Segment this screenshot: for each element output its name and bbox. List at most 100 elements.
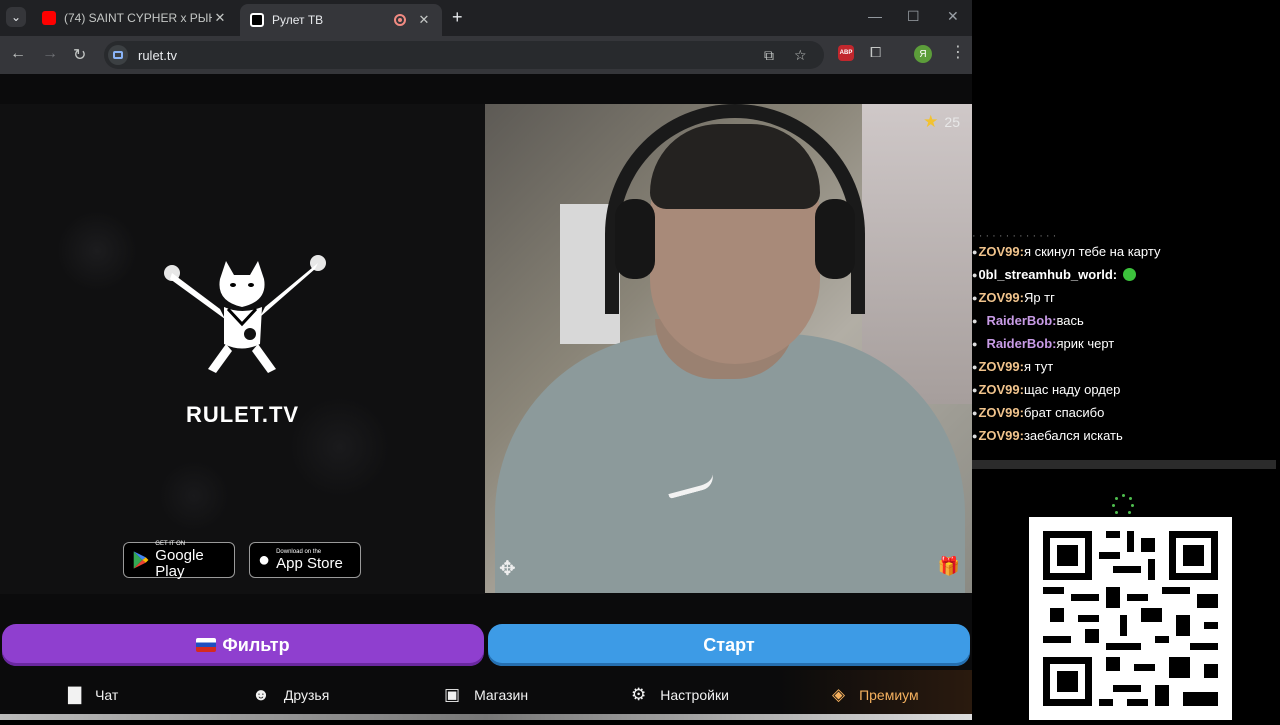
- maximize-icon[interactable]: ☐: [907, 8, 920, 25]
- install-app-icon[interactable]: ⧉: [764, 47, 774, 64]
- left-panel: RULET.TV GET IT ON Google Play ● Downloa…: [0, 104, 485, 594]
- chat-username: ZOV99:: [978, 359, 1024, 374]
- chat-message: ● 0bl_streamhub_world:: [972, 263, 1280, 286]
- window-close-icon[interactable]: ✕: [947, 8, 959, 25]
- shopping-bag-icon: ▣: [444, 685, 461, 704]
- stream-chat: · · · · · · · · · · · · · ● ZOV99: я скину…: [972, 230, 1280, 470]
- chat-username: RaiderBob:: [986, 313, 1057, 328]
- chat-message: ● ZOV99: я скинул тебе на карту: [972, 244, 1161, 259]
- store-big-text: App Store: [276, 554, 343, 572]
- russia-flag-icon: [196, 638, 217, 652]
- chat-message: ● ZOV99: Яр тг: [972, 290, 1055, 305]
- chat-text: брат спасибо: [1023, 405, 1105, 420]
- extensions-icon[interactable]: ⧠: [870, 44, 881, 61]
- google-play-icon: [133, 551, 149, 569]
- close-icon[interactable]: ✕: [212, 10, 228, 26]
- tab-search-button[interactable]: ⌄: [6, 7, 26, 27]
- browser-toolbar: ← → ↻ rulet.tv ⧉ ☆ ABP ⧠ Я ⋮: [0, 36, 972, 74]
- gear-icon: ⚙: [631, 685, 647, 704]
- rulet-page: RULET.TV GET IT ON Google Play ● Downloa…: [0, 74, 972, 720]
- green-emote-icon: [1123, 268, 1137, 281]
- qr-code: [1029, 517, 1232, 720]
- tab-rulet[interactable]: Рулет ТВ ✕: [240, 4, 442, 36]
- tab-title: Рулет ТВ: [272, 13, 324, 27]
- tag-icon: ◈: [832, 685, 846, 704]
- minimize-icon[interactable]: —: [868, 8, 882, 24]
- chat-username: ZOV99:: [978, 382, 1024, 397]
- adblock-icon[interactable]: ABP: [838, 45, 854, 61]
- profile-avatar[interactable]: Я: [914, 45, 932, 63]
- webcam-video: ★ 25 ✥ 🎁: [485, 104, 972, 593]
- youtube-icon: [42, 11, 56, 25]
- filter-button[interactable]: Фильтр: [2, 624, 484, 666]
- nav-settings[interactable]: ⚙ Настройки: [631, 670, 729, 720]
- forward-icon[interactable]: →: [42, 45, 58, 63]
- chat-username: ZOV99:: [978, 290, 1024, 305]
- bookmark-star-icon[interactable]: ☆: [794, 47, 807, 64]
- loading-spinner-icon: [1112, 494, 1134, 516]
- recording-icon: [394, 14, 406, 26]
- chat-text: я скинул тебе на карту: [1023, 244, 1161, 259]
- back-icon[interactable]: ←: [10, 45, 26, 63]
- chat-text: я тут: [1023, 359, 1054, 374]
- new-tab-icon[interactable]: +: [452, 8, 463, 26]
- nav-shop[interactable]: ▣ Магазин: [444, 670, 528, 720]
- stars-count: 25: [944, 114, 960, 130]
- store-big-text: Google Play: [155, 546, 204, 580]
- chat-text: вась: [1056, 313, 1084, 328]
- chat-username: 0bl_streamhub_world:: [978, 267, 1118, 282]
- chat-message: ● ZOV99: щас наду ордер: [972, 382, 1121, 397]
- chat-input-bar[interactable]: [972, 460, 1276, 469]
- chat-username: ZOV99:: [978, 428, 1024, 443]
- apple-icon: ●: [258, 548, 271, 571]
- video-background-wall: [862, 104, 972, 404]
- chat-message: ● ZOV99: заебался искать: [972, 428, 1123, 443]
- rulet-favicon-icon: [250, 13, 264, 27]
- chat-username: RaiderBob:: [986, 336, 1057, 351]
- chat-message: ● RaiderBob: вась: [972, 313, 1084, 328]
- nav-label: Магазин: [474, 687, 529, 703]
- chat-username: ZOV99:: [978, 244, 1024, 259]
- cat-logo: [150, 249, 335, 379]
- chat-icon: ▇: [68, 685, 82, 704]
- nav-premium[interactable]: ◈ Премиум: [832, 670, 919, 720]
- star-icon: ★: [923, 112, 939, 131]
- headphone-right: [815, 199, 855, 279]
- chat-text: Яр тг: [1023, 290, 1055, 305]
- address-bar[interactable]: rulet.tv ⧉ ☆: [104, 41, 824, 69]
- nav-friends[interactable]: ☻ Друзья: [252, 670, 329, 720]
- site-info-icon[interactable]: [108, 45, 128, 65]
- start-label: Старт: [703, 634, 755, 655]
- tab-bar: ⌄ (74) SAINT CYPHER x РЫНОЧНЫ ✕ Рулет ТВ…: [0, 0, 972, 36]
- close-icon[interactable]: ✕: [416, 12, 432, 28]
- nav-label: Друзья: [283, 687, 330, 703]
- reload-icon[interactable]: ↻: [73, 45, 86, 65]
- chat-message: ● RaiderBob: ярик черт: [972, 336, 1115, 351]
- chat-message: ● ZOV99: я тут: [972, 359, 1054, 374]
- gamepad-icon[interactable]: ✥: [499, 556, 516, 581]
- chat-message: ● ZOV99: брат спасибо: [972, 405, 1105, 420]
- start-button[interactable]: Старт: [488, 624, 970, 666]
- chat-username: ZOV99:: [978, 405, 1024, 420]
- tab-title: (74) SAINT CYPHER x РЫНОЧНЫ: [64, 11, 212, 25]
- chat-text: щас наду ордер: [1023, 382, 1121, 397]
- nav-label: Настройки: [660, 687, 729, 703]
- nav-label: Премиум: [859, 687, 919, 703]
- bottom-nav: ▇ Чат ☻ Друзья ▣ Магазин ⚙ Настройки ◈ П…: [0, 670, 972, 720]
- headphone-left: [615, 199, 655, 279]
- friends-icon: ☻: [252, 685, 270, 704]
- chat-text: ярик черт: [1056, 336, 1115, 351]
- chat-line-cut: · · · · · · · · · · · · ·: [972, 230, 1057, 240]
- tab-youtube[interactable]: (74) SAINT CYPHER x РЫНОЧНЫ ✕: [32, 4, 238, 32]
- app-store-button[interactable]: ● Download on the App Store: [249, 542, 361, 578]
- stars-counter: ★ 25: [923, 112, 960, 132]
- nav-chat[interactable]: ▇ Чат: [68, 670, 118, 720]
- menu-icon[interactable]: ⋮: [950, 42, 966, 62]
- chat-text: заебался искать: [1023, 428, 1123, 443]
- nav-label: Чат: [95, 687, 119, 703]
- filter-label: Фильтр: [222, 634, 290, 655]
- google-play-button[interactable]: GET IT ON Google Play: [123, 541, 235, 580]
- gift-icon[interactable]: 🎁: [938, 556, 960, 577]
- taskbar-strip: [0, 714, 972, 720]
- url-text: rulet.tv: [138, 47, 178, 63]
